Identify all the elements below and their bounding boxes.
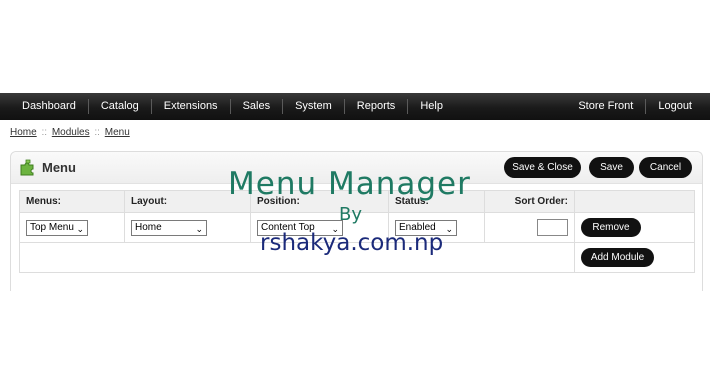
chevron-down-icon: ⌄: [195, 223, 203, 234]
chevron-down-icon: ⌄: [445, 223, 453, 234]
nav-menu: Dashboard Catalog Extensions Sales Syste…: [0, 93, 455, 120]
menus-select[interactable]: Top Menu ⌄: [26, 219, 88, 236]
breadcrumb-separator: ::: [94, 127, 100, 138]
chevron-down-icon: ⌄: [76, 223, 84, 234]
breadcrumb-separator: ::: [41, 127, 48, 138]
remove-button[interactable]: Remove: [581, 218, 641, 237]
watermark-by: By: [339, 204, 363, 225]
cell-sort-order: [484, 212, 575, 243]
add-module-button[interactable]: Add Module: [581, 248, 654, 267]
layout-select[interactable]: Home ⌄: [131, 219, 207, 236]
nav-item-store-front[interactable]: Store Front: [566, 99, 647, 114]
top-navbar: Dashboard Catalog Extensions Sales Syste…: [0, 93, 710, 120]
col-sort-order: Sort Order:: [484, 190, 575, 213]
save-button[interactable]: Save: [589, 157, 634, 178]
nav-item-reports[interactable]: Reports: [345, 99, 409, 114]
nav-item-logout[interactable]: Logout: [646, 99, 710, 114]
nav-item-system[interactable]: System: [283, 99, 345, 114]
col-menus: Menus:: [19, 190, 125, 213]
page: Dashboard Catalog Extensions Sales Syste…: [0, 0, 710, 380]
cell-add-module: Add Module: [574, 242, 695, 273]
breadcrumb: Home :: Modules :: Menu: [10, 127, 130, 138]
nav-right: Store Front Logout: [566, 93, 710, 120]
nav-item-sales[interactable]: Sales: [231, 99, 284, 114]
breadcrumb-menu[interactable]: Menu: [105, 127, 130, 138]
layout-select-value: Home: [135, 221, 162, 233]
col-action: [574, 190, 695, 213]
cell-layout: Home ⌄: [124, 212, 251, 243]
cancel-button[interactable]: Cancel: [639, 157, 692, 178]
save-close-button[interactable]: Save & Close: [504, 157, 581, 178]
nav-item-help[interactable]: Help: [408, 99, 455, 114]
module-puzzle-icon: [20, 159, 34, 176]
watermark-site: rshakya.com.np: [260, 230, 444, 256]
nav-item-extensions[interactable]: Extensions: [152, 99, 231, 114]
breadcrumb-modules[interactable]: Modules: [52, 127, 90, 138]
nav-item-dashboard[interactable]: Dashboard: [0, 99, 89, 114]
cell-remove: Remove: [574, 212, 695, 243]
breadcrumb-home[interactable]: Home: [10, 127, 37, 138]
page-title: Menu: [42, 160, 76, 175]
cell-menus: Top Menu ⌄: [19, 212, 125, 243]
sort-order-input[interactable]: [537, 219, 568, 236]
nav-item-catalog[interactable]: Catalog: [89, 99, 152, 114]
menus-select-value: Top Menu: [30, 221, 74, 233]
watermark-title: Menu Manager: [228, 166, 471, 202]
